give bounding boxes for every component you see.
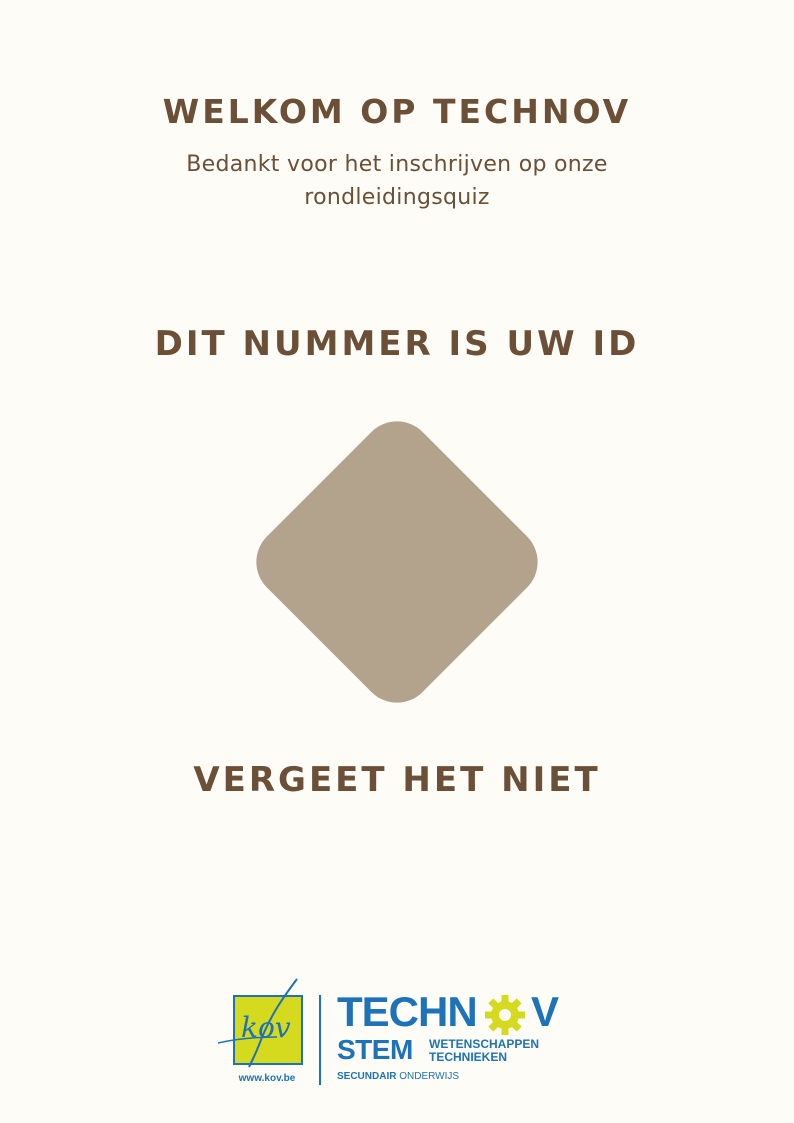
kov-swoosh-icon [217, 978, 298, 1068]
id-number-placeholder [241, 406, 553, 718]
subtitle-line-1: Bedankt voor het inschrijven op onze [186, 152, 608, 177]
subtitle-line-2: rondleidingsquiz [304, 185, 490, 210]
technov-last-letter: V [531, 988, 560, 1035]
school-level-rest: ONDERWIJS [396, 1071, 460, 1082]
logo-divider [319, 995, 321, 1085]
kov-url: www.kov.be [238, 1073, 296, 1084]
school-level-bold: SECUNDAIR [337, 1071, 397, 1082]
footer-logos: kov www.kov.be TECHN V STEM WETENSCHAPPE… [215, 975, 575, 1090]
stem-subtitle-line-2: TECHNIEKEN [429, 1050, 508, 1064]
page-subtitle: Bedankt voor het inschrijven op onze ron… [120, 148, 674, 214]
gear-icon [485, 995, 525, 1035]
page-title: WELKOM OP TECHNOV [162, 92, 632, 131]
id-heading: DIT NUMMER IS UW ID [154, 324, 640, 364]
school-level-text: SECUNDAIR ONDERWIJS [337, 1071, 459, 1082]
technov-wordmark: TECHN [337, 988, 478, 1035]
stem-text: STEM [337, 1034, 413, 1065]
stem-subtitle: WETENSCHAPPEN TECHNIEKEN [429, 1038, 539, 1064]
reminder-text: VERGEET HET NIET [193, 760, 601, 800]
